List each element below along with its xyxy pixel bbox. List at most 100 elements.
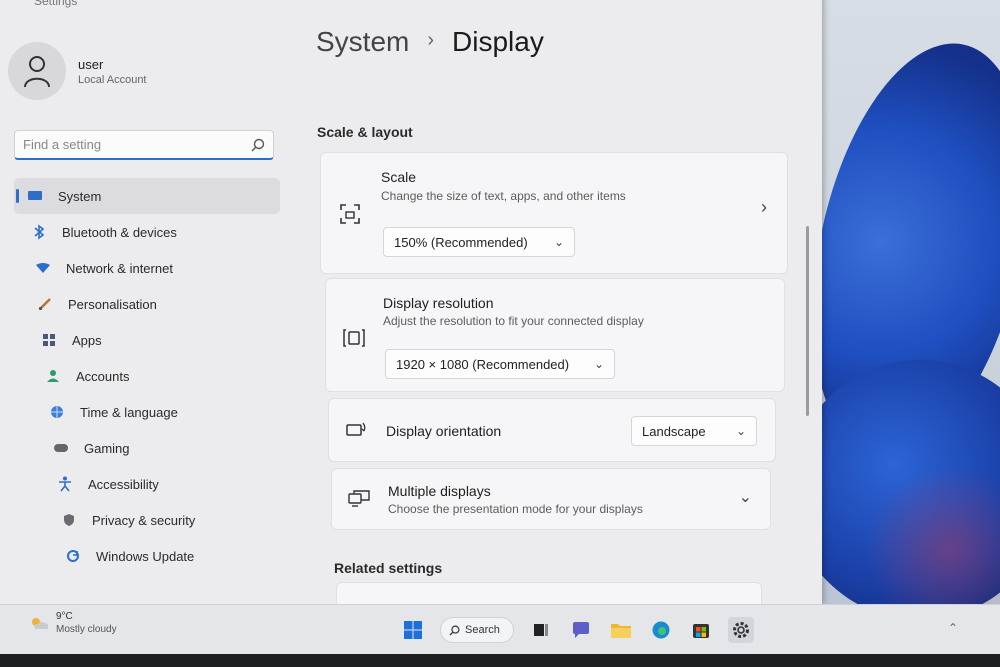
active-indicator xyxy=(16,189,19,203)
chevron-right-icon[interactable]: › xyxy=(761,197,767,218)
sidebar-item-personalisation[interactable]: Personalisation xyxy=(14,286,280,322)
multiple-displays-icon xyxy=(348,490,370,507)
scale-card[interactable]: Scale Change the size of text, apps, and… xyxy=(320,152,788,274)
settings-window: Settings user Local Account System xyxy=(0,0,822,604)
sidebar-item-accounts[interactable]: Accounts xyxy=(14,358,280,394)
resolution-icon xyxy=(343,329,365,347)
settings-app-button[interactable] xyxy=(728,617,754,643)
taskbar-apps: Search xyxy=(400,617,768,643)
sidebar-item-label: Accounts xyxy=(76,368,130,384)
sidebar-item-label: Time & language xyxy=(80,404,178,420)
edge-icon xyxy=(652,621,670,639)
chevron-down-icon[interactable]: ⌄ xyxy=(739,487,752,507)
scale-title: Scale xyxy=(381,169,417,185)
search-icon xyxy=(449,625,460,636)
file-explorer-button[interactable] xyxy=(608,617,634,643)
taskbar: 9°C Mostly cloudy Search ⌃ xyxy=(0,604,1000,654)
accessibility-icon xyxy=(56,475,74,493)
search-box[interactable] xyxy=(14,130,274,160)
chevron-down-icon: ⌄ xyxy=(593,357,604,371)
resolution-dropdown[interactable]: 1920 × 1080 (Recommended) ⌄ xyxy=(385,349,615,379)
sidebar-item-windows-update[interactable]: Windows Update xyxy=(14,538,280,574)
sidebar-item-label: Apps xyxy=(72,332,102,348)
window-title: Settings xyxy=(34,0,78,8)
shield-icon xyxy=(60,511,78,529)
resolution-value: 1920 × 1080 (Recommended) xyxy=(396,356,570,372)
search-input[interactable] xyxy=(23,137,251,152)
avatar xyxy=(8,42,66,100)
task-view-button[interactable] xyxy=(528,617,554,643)
weather-condition: Mostly cloudy xyxy=(56,624,117,635)
chat-button[interactable] xyxy=(568,617,594,643)
person-icon xyxy=(24,56,50,88)
section-title-related: Related settings xyxy=(334,560,443,576)
sidebar-item-time-language[interactable]: Time & language xyxy=(14,394,280,430)
search-icon xyxy=(251,138,265,151)
person-icon xyxy=(44,367,62,385)
sidebar-item-label: Privacy & security xyxy=(92,512,196,528)
globe-icon xyxy=(48,403,66,421)
orientation-dropdown[interactable]: Landscape ⌄ xyxy=(631,416,757,446)
store-button[interactable] xyxy=(688,617,714,643)
gamepad-icon xyxy=(52,439,70,457)
sidebar-item-network[interactable]: Network & internet xyxy=(14,250,280,286)
sidebar-item-system[interactable]: System xyxy=(14,178,280,214)
sidebar-item-label: System xyxy=(58,188,102,204)
multiple-displays-description: Choose the presentation mode for your di… xyxy=(388,502,643,516)
scale-description: Change the size of text, apps, and other… xyxy=(381,189,626,203)
sidebar-item-accessibility[interactable]: Accessibility xyxy=(14,466,280,502)
bluetooth-icon xyxy=(30,223,48,241)
orientation-value: Landscape xyxy=(642,423,706,439)
chevron-up-icon[interactable]: ⌃ xyxy=(948,621,958,635)
orientation-title: Display orientation xyxy=(386,423,502,439)
gear-icon xyxy=(733,622,749,638)
account-name: user xyxy=(78,56,104,72)
sidebar-item-label: Personalisation xyxy=(68,296,157,312)
breadcrumb: System › Display xyxy=(316,26,544,58)
task-view-icon xyxy=(534,624,548,636)
resolution-card: Display resolution Adjust the resolution… xyxy=(325,278,785,392)
taskbar-search-label: Search xyxy=(465,624,500,636)
weather-temperature: 9°C xyxy=(56,611,73,622)
taskbar-search[interactable]: Search xyxy=(440,617,514,643)
chevron-right-icon: › xyxy=(427,28,435,51)
related-settings-card[interactable] xyxy=(336,582,762,604)
sidebar-item-label: Gaming xyxy=(84,440,130,456)
apps-icon xyxy=(40,331,58,349)
chevron-down-icon: ⌄ xyxy=(735,424,746,438)
brush-icon xyxy=(36,295,54,313)
sidebar-item-label: Network & internet xyxy=(66,260,173,276)
sidebar-item-apps[interactable]: Apps xyxy=(14,322,280,358)
scale-value: 150% (Recommended) xyxy=(394,234,528,250)
section-title-scale-layout: Scale & layout xyxy=(317,124,413,140)
scrollbar[interactable] xyxy=(806,226,809,416)
weather-widget[interactable]: 9°C Mostly cloudy xyxy=(30,611,117,635)
sidebar-item-label: Accessibility xyxy=(88,476,159,492)
chevron-down-icon: ⌄ xyxy=(553,235,564,249)
cloud-icon xyxy=(32,618,49,629)
sidebar-item-gaming[interactable]: Gaming xyxy=(14,430,280,466)
multiple-displays-title: Multiple displays xyxy=(388,483,491,499)
resolution-title: Display resolution xyxy=(383,295,494,311)
sidebar-item-bluetooth[interactable]: Bluetooth & devices xyxy=(14,214,280,250)
windows-logo-icon xyxy=(404,621,422,639)
resolution-description: Adjust the resolution to fit your connec… xyxy=(383,314,644,328)
edge-button[interactable] xyxy=(648,617,674,643)
update-icon xyxy=(64,547,82,565)
account-panel[interactable]: user Local Account xyxy=(8,42,147,100)
sidebar-item-label: Bluetooth & devices xyxy=(62,224,177,240)
wifi-icon xyxy=(34,259,52,277)
scale-dropdown[interactable]: 150% (Recommended) ⌄ xyxy=(383,227,575,257)
sidebar-nav: System Bluetooth & devices Network & int… xyxy=(14,178,280,574)
sidebar-item-label: Windows Update xyxy=(96,548,195,564)
multiple-displays-card[interactable]: Multiple displays Choose the presentatio… xyxy=(331,468,771,530)
chat-icon xyxy=(573,622,589,638)
sidebar-item-privacy[interactable]: Privacy & security xyxy=(14,502,280,538)
start-button[interactable] xyxy=(400,617,426,643)
monitor-icon xyxy=(26,187,44,205)
orientation-card: Display orientation Landscape ⌄ xyxy=(328,398,776,462)
scale-icon xyxy=(340,204,360,224)
page-title: Display xyxy=(452,26,544,57)
breadcrumb-parent[interactable]: System xyxy=(316,26,409,58)
account-type: Local Account xyxy=(78,73,147,86)
